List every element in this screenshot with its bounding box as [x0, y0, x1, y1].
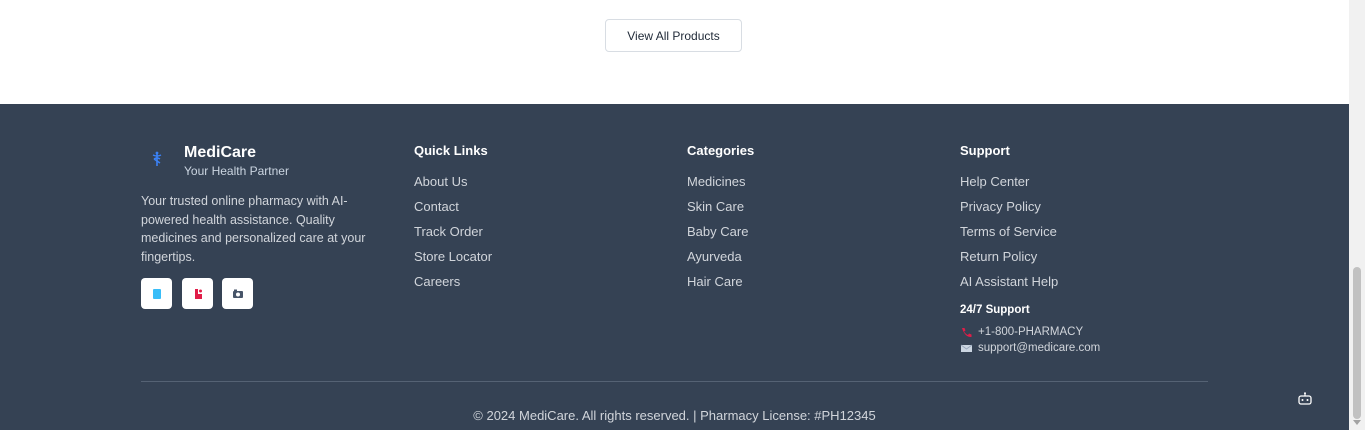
footer-link-ayurveda[interactable]: Ayurveda — [687, 249, 748, 274]
copyright-text: © 2024 MediCare. All rights reserved. | … — [473, 408, 876, 423]
instagram-link[interactable] — [182, 278, 213, 309]
footer-link-medicines[interactable]: Medicines — [687, 174, 748, 199]
facebook-link[interactable] — [141, 278, 172, 309]
support-email[interactable]: support@medicare.com — [960, 342, 1100, 354]
brand-tagline: Your Health Partner — [184, 164, 289, 178]
scroll-down-arrow-icon[interactable] — [1353, 420, 1361, 425]
support-phone[interactable]: +1-800-PHARMACY — [960, 326, 1083, 338]
phone-icon — [962, 327, 972, 337]
footer-link-help-center[interactable]: Help Center — [960, 174, 1058, 199]
support-list: Help Center Privacy Policy Terms of Serv… — [960, 174, 1058, 299]
support-hotline-title: 24/7 Support — [960, 304, 1030, 316]
page-scrollbar[interactable] — [1349, 0, 1365, 430]
youtube-link[interactable] — [222, 278, 253, 309]
facebook-icon — [152, 288, 161, 299]
robot-chat-icon[interactable] — [1297, 392, 1313, 406]
brand-description: Your trusted online pharmacy with AI-pow… — [141, 194, 366, 264]
categories-list: Medicines Skin Care Baby Care Ayurveda H… — [687, 174, 748, 299]
view-all-products-button[interactable]: View All Products — [605, 19, 742, 52]
quick-links-list: About Us Contact Track Order Store Locat… — [414, 174, 492, 299]
categories-title: Categories — [687, 143, 755, 158]
footer-link-privacy-policy[interactable]: Privacy Policy — [960, 199, 1058, 224]
footer-link-track-order[interactable]: Track Order — [414, 224, 492, 249]
brand-name[interactable]: MediCare — [184, 144, 256, 162]
support-title: Support — [960, 143, 1010, 158]
support-email-text: support@medicare.com — [978, 342, 1101, 354]
support-phone-text: +1-800-PHARMACY — [978, 326, 1084, 338]
footer-link-ai-assistant-help[interactable]: AI Assistant Help — [960, 274, 1058, 299]
footer-link-careers[interactable]: Careers — [414, 274, 492, 299]
footer-link-contact[interactable]: Contact — [414, 199, 492, 224]
products-section: View All Products — [0, 0, 1349, 104]
footer-link-skin-care[interactable]: Skin Care — [687, 199, 748, 224]
footer-link-return-policy[interactable]: Return Policy — [960, 249, 1058, 274]
quick-links-title: Quick Links — [414, 143, 488, 158]
site-footer: MediCare Your Health Partner Your truste… — [0, 104, 1349, 430]
footer-link-store-locator[interactable]: Store Locator — [414, 249, 492, 274]
instagram-icon — [194, 288, 202, 299]
footer-link-terms-of-service[interactable]: Terms of Service — [960, 224, 1058, 249]
caduceus-icon — [152, 151, 162, 166]
envelope-icon — [960, 344, 973, 352]
footer-link-hair-care[interactable]: Hair Care — [687, 274, 748, 299]
youtube-icon — [232, 289, 243, 298]
footer-link-baby-care[interactable]: Baby Care — [687, 224, 748, 249]
footer-divider — [141, 381, 1208, 382]
scrollbar-thumb[interactable] — [1353, 267, 1361, 419]
footer-link-about-us[interactable]: About Us — [414, 174, 492, 199]
